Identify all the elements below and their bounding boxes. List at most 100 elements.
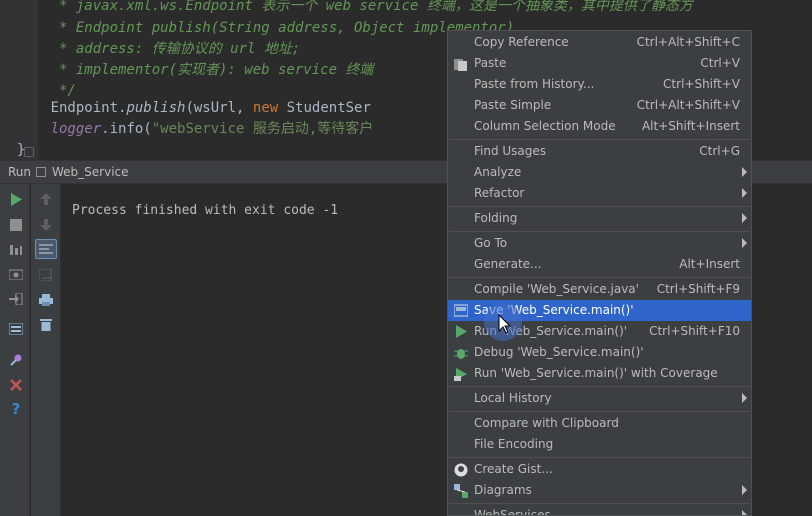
code-token: new bbox=[252, 100, 279, 116]
menu-item-paste-from-history[interactable]: Paste from History... Ctrl+Shift+V bbox=[448, 74, 751, 95]
mouse-cursor-icon bbox=[498, 314, 512, 334]
menu-item-label: Go To bbox=[474, 236, 508, 250]
menu-item-label: Paste bbox=[474, 56, 507, 70]
menu-item-find-usages[interactable]: Find Usages Ctrl+G bbox=[448, 141, 751, 162]
run-panel-title: Run bbox=[8, 165, 32, 179]
run-icon bbox=[453, 324, 468, 339]
menu-separator bbox=[449, 206, 750, 207]
menu-item-label: File Encoding bbox=[474, 437, 554, 451]
code-token: * implementor(实现者): web service 终端 bbox=[0, 62, 374, 78]
paste-icon bbox=[453, 56, 468, 71]
menu-item-shortcut: Ctrl+Alt+Shift+C bbox=[636, 35, 740, 49]
close-icon[interactable] bbox=[7, 376, 25, 394]
menu-item-label: Local History bbox=[474, 391, 552, 405]
menu-item-generate[interactable]: Generate... Alt+Insert bbox=[448, 254, 751, 275]
menu-item-analyze[interactable]: Analyze bbox=[448, 162, 751, 183]
menu-separator bbox=[449, 457, 750, 458]
menu-item-local-history[interactable]: Local History bbox=[448, 388, 751, 409]
menu-item-label: Compile 'Web_Service.java' bbox=[474, 282, 639, 296]
code-line: Endpoint.publish(wsUrl, new StudentSer bbox=[0, 98, 371, 119]
menu-item-column-selection-mode[interactable]: Column Selection Mode Alt+Shift+Insert bbox=[448, 116, 751, 137]
save-config-icon bbox=[453, 303, 468, 318]
menu-separator bbox=[449, 139, 750, 140]
run-tab-icon bbox=[36, 167, 46, 177]
restore-layout-icon[interactable] bbox=[7, 241, 25, 259]
run-toolbar-right bbox=[31, 184, 61, 516]
menu-item-shortcut: Ctrl+Alt+Shift+V bbox=[636, 98, 740, 112]
code-line: } bbox=[0, 140, 25, 160]
menu-item-label: Find Usages bbox=[474, 144, 547, 158]
menu-item-shortcut: Ctrl+Shift+F9 bbox=[656, 282, 740, 296]
code-token: publish bbox=[126, 100, 186, 116]
submenu-arrow-icon bbox=[742, 188, 747, 198]
pin-icon[interactable] bbox=[7, 351, 25, 369]
menu-item-label: Refactor bbox=[474, 186, 525, 200]
menu-item-label: Column Selection Mode bbox=[474, 119, 616, 133]
diagram-icon bbox=[453, 483, 468, 498]
code-token: (wsUrl, bbox=[185, 100, 253, 116]
submenu-arrow-icon bbox=[742, 510, 747, 515]
menu-item-shortcut: Ctrl+Shift+F10 bbox=[649, 324, 740, 338]
menu-separator bbox=[449, 386, 750, 387]
menu-separator bbox=[449, 231, 750, 232]
menu-item-create-gist[interactable]: Create Gist... bbox=[448, 459, 751, 480]
fold-marker-icon[interactable] bbox=[24, 147, 34, 157]
coverage-icon bbox=[453, 366, 468, 381]
submenu-arrow-icon bbox=[742, 393, 747, 403]
soft-wrap-icon[interactable] bbox=[35, 239, 57, 259]
menu-item-file-encoding[interactable]: File Encoding bbox=[448, 434, 751, 455]
code-token: * javax.xml.ws.Endpoint 表示一个 web service… bbox=[0, 0, 693, 14]
menu-item-label: Diagrams bbox=[474, 483, 532, 497]
menu-separator bbox=[449, 411, 750, 412]
code-line: * javax.xml.ws.Endpoint 表示一个 web service… bbox=[0, 0, 693, 17]
code-token: .info( bbox=[101, 121, 152, 137]
editor-context-menu: Copy Reference Ctrl+Alt+Shift+C Paste Ctrl+… bbox=[447, 30, 752, 516]
code-token: logger bbox=[0, 121, 102, 137]
menu-item-label: Create Gist... bbox=[474, 462, 553, 476]
submenu-arrow-icon bbox=[742, 238, 747, 248]
menu-item-compare-with-clipboard[interactable]: Compare with Clipboard bbox=[448, 413, 751, 434]
menu-item-label: Debug 'Web_Service.main()' bbox=[474, 345, 644, 359]
menu-item-label: Compare with Clipboard bbox=[474, 416, 619, 430]
menu-item-copy-reference[interactable]: Copy Reference Ctrl+Alt+Shift+C bbox=[448, 32, 751, 53]
menu-item-webservices[interactable]: WebServices bbox=[448, 505, 751, 515]
submenu-arrow-icon bbox=[742, 167, 747, 177]
menu-item-shortcut: Ctrl+G bbox=[699, 144, 740, 158]
camera-icon[interactable] bbox=[7, 265, 25, 283]
sign-in-icon[interactable] bbox=[7, 290, 25, 308]
menu-item-label: Copy Reference bbox=[474, 35, 569, 49]
menu-item-go-to[interactable]: Go To bbox=[448, 233, 751, 254]
submenu-arrow-icon bbox=[742, 485, 747, 495]
code-line: * address: 传输协议的 url 地址; bbox=[0, 39, 300, 60]
menu-item-run-web-service-main-with-coverage[interactable]: Run 'Web_Service.main()' with Coverage bbox=[448, 363, 751, 384]
menu-item-label: Generate... bbox=[474, 257, 542, 271]
arrow-down-icon[interactable] bbox=[37, 216, 55, 234]
menu-item-diagrams[interactable]: Diagrams bbox=[448, 480, 751, 501]
arrow-up-icon[interactable] bbox=[37, 190, 55, 208]
menu-item-label: Paste from History... bbox=[474, 77, 595, 91]
menu-item-shortcut: Ctrl+V bbox=[700, 56, 740, 70]
code-token: * Endpoint publish(String address, Objec… bbox=[0, 20, 515, 36]
menu-item-paste[interactable]: Paste Ctrl+V bbox=[448, 53, 751, 74]
code-token: } bbox=[0, 142, 26, 158]
rerun-icon[interactable] bbox=[7, 190, 25, 208]
menu-item-shortcut: Alt+Insert bbox=[679, 257, 740, 271]
menu-item-folding[interactable]: Folding bbox=[448, 208, 751, 229]
menu-item-label: Folding bbox=[474, 211, 518, 225]
menu-item-debug-web-service-main[interactable]: Debug 'Web_Service.main()' bbox=[448, 342, 751, 363]
stop-icon[interactable] bbox=[7, 216, 25, 234]
layout-icon[interactable] bbox=[7, 320, 25, 338]
menu-item-shortcut: Ctrl+Shift+V bbox=[663, 77, 740, 91]
code-token: Endpoint. bbox=[0, 100, 127, 116]
menu-item-label: Paste Simple bbox=[474, 98, 552, 112]
menu-item-refactor[interactable]: Refactor bbox=[448, 183, 751, 204]
menu-item-label: Run 'Web_Service.main()' with Coverage bbox=[474, 366, 718, 380]
run-tab-web-service[interactable]: Web_Service bbox=[52, 165, 129, 179]
scroll-to-end-icon[interactable] bbox=[37, 266, 55, 284]
help-icon[interactable]: ? bbox=[7, 400, 25, 418]
trash-icon[interactable] bbox=[37, 315, 55, 333]
menu-item-compile-web-service-java[interactable]: Compile 'Web_Service.java' Ctrl+Shift+F9 bbox=[448, 279, 751, 300]
menu-item-paste-simple[interactable]: Paste Simple Ctrl+Alt+Shift+V bbox=[448, 95, 751, 116]
github-icon bbox=[453, 462, 468, 477]
print-icon[interactable] bbox=[37, 291, 55, 309]
